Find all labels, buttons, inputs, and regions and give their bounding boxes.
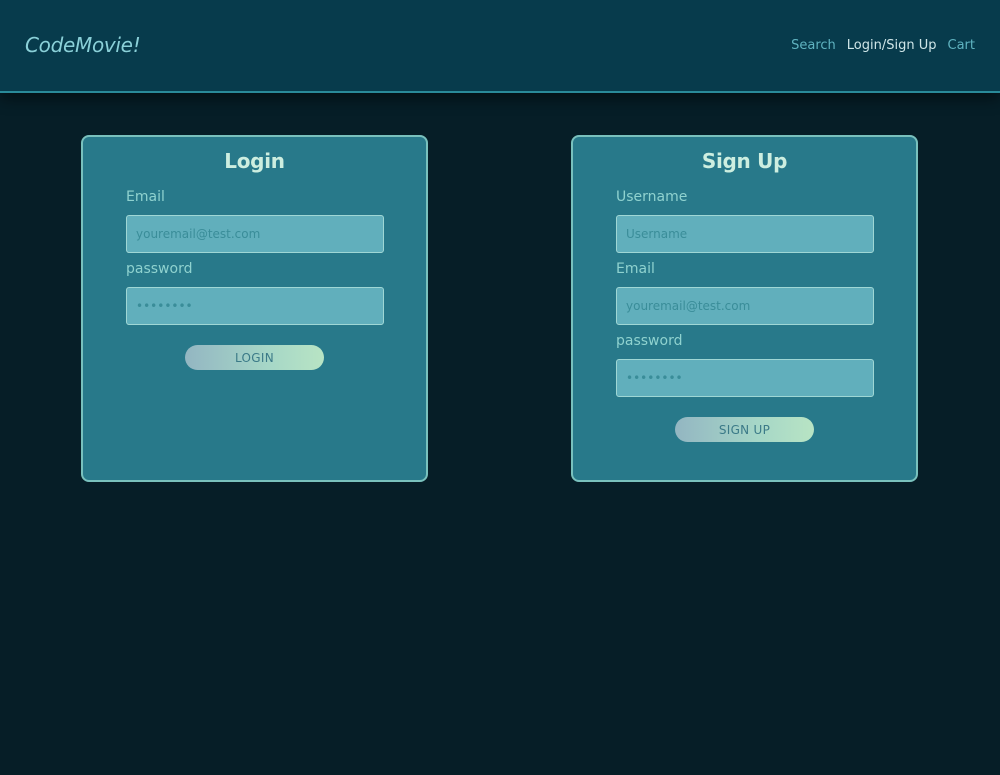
signup-card: Sign Up Username Email password SIGN UP [571, 135, 918, 482]
login-email-label: Email [126, 189, 165, 205]
signup-username-input[interactable] [616, 215, 874, 253]
signup-email-label: Email [616, 261, 655, 277]
nav-links: Search Login/Sign Up Cart [791, 38, 975, 53]
login-password-input[interactable] [126, 287, 384, 325]
login-email-input[interactable] [126, 215, 384, 253]
login-title: Login [224, 149, 285, 173]
nav-link-cart[interactable]: Cart [948, 38, 976, 53]
login-password-label: password [126, 261, 193, 277]
signup-email-input[interactable] [616, 287, 874, 325]
login-button[interactable]: LOGIN [185, 345, 324, 370]
brand-logo[interactable]: CodeMovie! [25, 33, 141, 57]
signup-password-input[interactable] [616, 359, 874, 397]
nav-link-login-signup[interactable]: Login/Sign Up [847, 38, 937, 53]
nav-link-search[interactable]: Search [791, 38, 836, 53]
signup-title: Sign Up [701, 149, 788, 173]
signup-button[interactable]: SIGN UP [675, 417, 814, 442]
signup-username-label: Username [616, 189, 688, 205]
navbar: CodeMovie! Search Login/Sign Up Cart [0, 0, 1000, 93]
signup-password-label: password [616, 333, 683, 349]
login-card: Login Email password LOGIN [81, 135, 428, 482]
